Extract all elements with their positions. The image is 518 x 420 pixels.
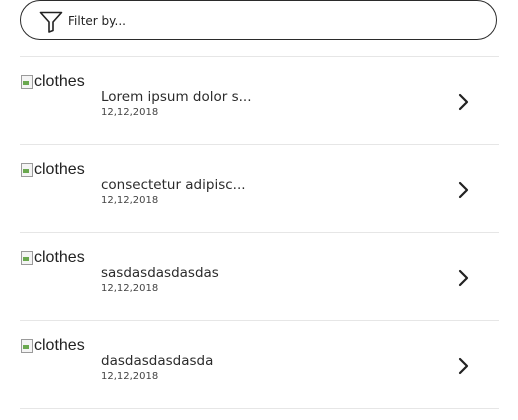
item-title: sasdasdasdasdas bbox=[101, 265, 219, 281]
item-date: 12,12,2018 bbox=[101, 371, 159, 382]
list-item[interactable]: clothes consectetur adipisc... 12,12,201… bbox=[20, 145, 499, 232]
list-item[interactable]: clothes sasdasdasdasdas 12,12,2018 bbox=[20, 233, 499, 320]
item-image: clothes bbox=[20, 336, 100, 376]
chevron-right-icon[interactable] bbox=[456, 181, 472, 199]
item-list: clothes Lorem ipsum dolor s... 12,12,201… bbox=[20, 56, 499, 409]
broken-image-icon bbox=[20, 74, 34, 90]
chevron-right-icon[interactable] bbox=[456, 269, 472, 287]
page: clothes Lorem ipsum dolor s... 12,12,201… bbox=[0, 0, 518, 420]
chevron-right-icon[interactable] bbox=[456, 93, 472, 111]
item-image-alt: clothes bbox=[34, 161, 85, 178]
item-image: clothes bbox=[20, 160, 100, 200]
divider bbox=[20, 408, 499, 409]
item-title: Lorem ipsum dolor s... bbox=[101, 89, 252, 105]
item-date: 12,12,2018 bbox=[101, 283, 159, 294]
list-item[interactable]: clothes dasdasdasdasda 12,12,2018 bbox=[20, 321, 499, 408]
item-image-alt: clothes bbox=[34, 337, 85, 354]
item-image-alt: clothes bbox=[34, 73, 85, 90]
filter-input[interactable] bbox=[68, 10, 468, 32]
item-date: 12,12,2018 bbox=[101, 195, 159, 206]
item-title: dasdasdasdasda bbox=[101, 353, 214, 369]
item-image: clothes bbox=[20, 248, 100, 288]
broken-image-icon bbox=[20, 338, 34, 354]
broken-image-icon bbox=[20, 162, 34, 178]
item-image-alt: clothes bbox=[34, 249, 85, 266]
item-title: consectetur adipisc... bbox=[101, 177, 246, 193]
list-item[interactable]: clothes Lorem ipsum dolor s... 12,12,201… bbox=[20, 57, 499, 144]
chevron-right-icon[interactable] bbox=[456, 357, 472, 375]
item-date: 12,12,2018 bbox=[101, 107, 159, 118]
broken-image-icon bbox=[20, 250, 34, 266]
filter-icon[interactable] bbox=[39, 11, 63, 33]
item-image: clothes bbox=[20, 72, 100, 112]
filter-bar[interactable] bbox=[20, 0, 497, 40]
